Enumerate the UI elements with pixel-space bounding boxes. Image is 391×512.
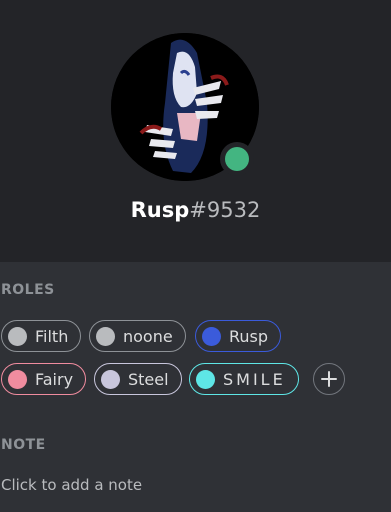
add-role-button[interactable]	[313, 363, 345, 395]
role-color-icon[interactable]	[8, 369, 27, 389]
plus-icon	[321, 371, 337, 387]
role-label: Fairy	[35, 369, 74, 389]
status-indicator	[220, 142, 254, 176]
role-color-icon[interactable]	[96, 326, 115, 346]
note-input[interactable]: Click to add a note	[1, 476, 142, 494]
note-heading: NOTE	[1, 437, 46, 453]
role-pill-noone[interactable]: noone	[89, 320, 186, 352]
role-pill-steel[interactable]: Steel	[94, 363, 182, 395]
role-color-icon[interactable]	[8, 326, 27, 346]
role-color-icon[interactable]	[101, 369, 120, 389]
username-discriminator: #9532	[189, 198, 261, 222]
role-pill-smile[interactable]: SMILE	[189, 363, 299, 395]
username[interactable]: Rusp#9532	[0, 198, 391, 222]
role-label: noone	[123, 326, 173, 346]
online-status-icon	[225, 147, 249, 171]
role-pill-filth[interactable]: Filth	[1, 320, 82, 352]
role-label: Filth	[35, 326, 69, 346]
profile-header: Rusp#9532	[0, 0, 391, 262]
role-color-icon[interactable]	[202, 326, 221, 346]
role-pill-rusp[interactable]: Rusp	[195, 320, 282, 352]
role-color-icon[interactable]	[196, 369, 215, 389]
role-label: SMILE	[223, 369, 286, 389]
username-name: Rusp	[130, 198, 190, 222]
role-pill-fairy[interactable]: Fairy	[1, 363, 87, 395]
role-label: Steel	[128, 369, 169, 389]
roles-heading: ROLES	[1, 282, 55, 298]
role-label: Rusp	[229, 326, 269, 346]
